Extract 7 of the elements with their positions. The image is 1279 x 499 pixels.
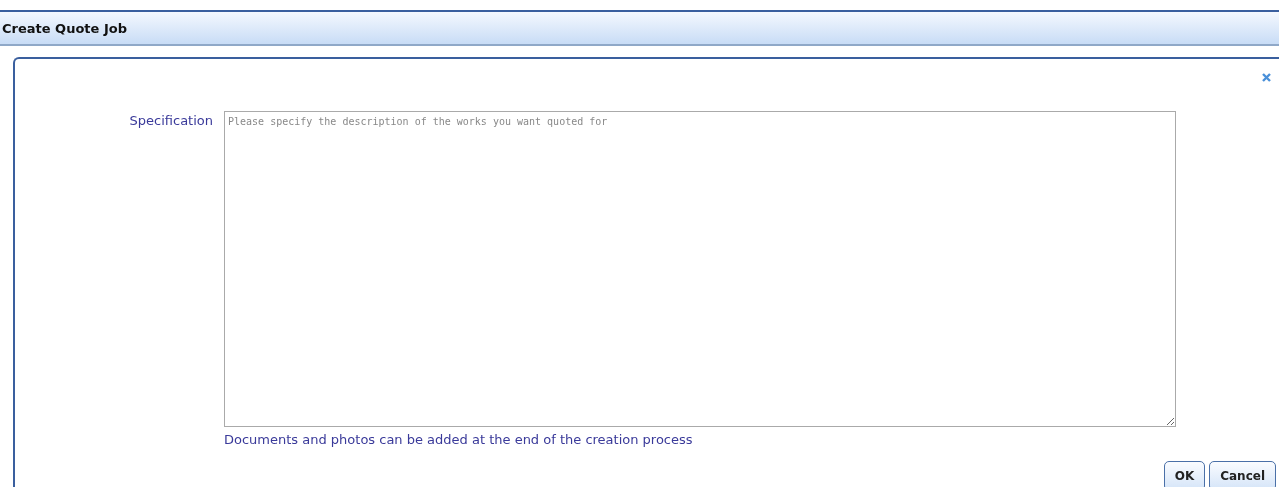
field-label: Specification <box>128 112 213 130</box>
hint-text: Documents and photos can be added at the end of the creation process <box>224 432 694 447</box>
ok-button[interactable]: OK <box>1163 461 1206 487</box>
cancel-button[interactable]: Cancel <box>1209 461 1276 487</box>
close-icon[interactable] <box>1262 73 1271 82</box>
window-title: Create Quote Job <box>1 20 127 36</box>
specification-field[interactable]: Please specify the description of the works you want quoted for <box>224 111 1176 427</box>
